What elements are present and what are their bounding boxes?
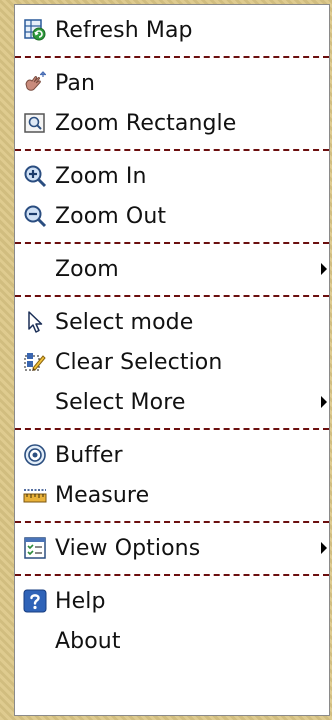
menu-item-label: Clear Selection [55, 349, 223, 375]
menu-item-label: Buffer [55, 442, 123, 468]
menu-item-about[interactable]: About [15, 621, 329, 661]
menu-item-label: Zoom Out [55, 203, 167, 229]
menu-item-label: About [55, 628, 121, 654]
menu-group-view: View Options [15, 523, 329, 574]
menu-group-navigation: Pan Zoom Rectangle [15, 58, 329, 149]
menu-item-label: Pan [55, 70, 96, 96]
menu-group-tools: Buffer Measure [15, 430, 329, 521]
menu-item-label: Measure [55, 482, 150, 508]
menu-item-zoom[interactable]: Zoom [15, 249, 329, 289]
menu-item-label: Select mode [55, 309, 194, 335]
menu-group-selection: Select mode Clear Selection Select More [15, 297, 329, 428]
menu-item-select-more[interactable]: Select More [15, 382, 329, 422]
menu-item-select-mode[interactable]: Select mode [15, 302, 329, 342]
zoom-in-icon [23, 164, 47, 188]
menu-item-buffer[interactable]: Buffer [15, 435, 329, 475]
menu-item-label: Zoom [55, 256, 119, 282]
submenu-arrow-icon [321, 542, 327, 554]
menu-item-label: Zoom In [55, 163, 147, 189]
menu-item-label: Help [55, 588, 106, 614]
submenu-arrow-icon [321, 263, 327, 275]
menu-item-refresh-map[interactable]: Refresh Map [15, 10, 329, 50]
submenu-arrow-icon [321, 396, 327, 408]
menu-group-help: Help About [15, 576, 329, 667]
menu-item-zoom-out[interactable]: Zoom Out [15, 196, 329, 236]
menu-item-label: Zoom Rectangle [55, 110, 237, 136]
menu-group-refresh: Refresh Map [15, 5, 329, 56]
menu-item-help[interactable]: Help [15, 581, 329, 621]
zoom-rectangle-icon [23, 111, 47, 135]
menu-item-clear-selection[interactable]: Clear Selection [15, 342, 329, 382]
menu-group-zoom-buttons: Zoom In Zoom Out [15, 151, 329, 242]
zoom-out-icon [23, 204, 47, 228]
menu-item-label: View Options [55, 535, 201, 561]
view-options-icon [23, 536, 47, 560]
menu-item-pan[interactable]: Pan [15, 63, 329, 103]
menu-group-zoom: Zoom [15, 244, 329, 295]
menu-item-view-options[interactable]: View Options [15, 528, 329, 568]
context-menu: Refresh Map Pan Zoom Rectangle Zoom In Z… [14, 4, 330, 716]
clear-selection-icon [23, 350, 47, 374]
menu-item-measure[interactable]: Measure [15, 475, 329, 515]
help-icon [23, 589, 47, 613]
menu-item-label: Refresh Map [55, 17, 193, 43]
select-cursor-icon [23, 310, 47, 334]
refresh-map-icon [23, 18, 47, 42]
menu-item-label: Select More [55, 389, 186, 415]
measure-ruler-icon [23, 483, 47, 507]
buffer-icon [23, 443, 47, 467]
pan-hand-icon [23, 71, 47, 95]
menu-item-zoom-rectangle[interactable]: Zoom Rectangle [15, 103, 329, 143]
menu-item-zoom-in[interactable]: Zoom In [15, 156, 329, 196]
